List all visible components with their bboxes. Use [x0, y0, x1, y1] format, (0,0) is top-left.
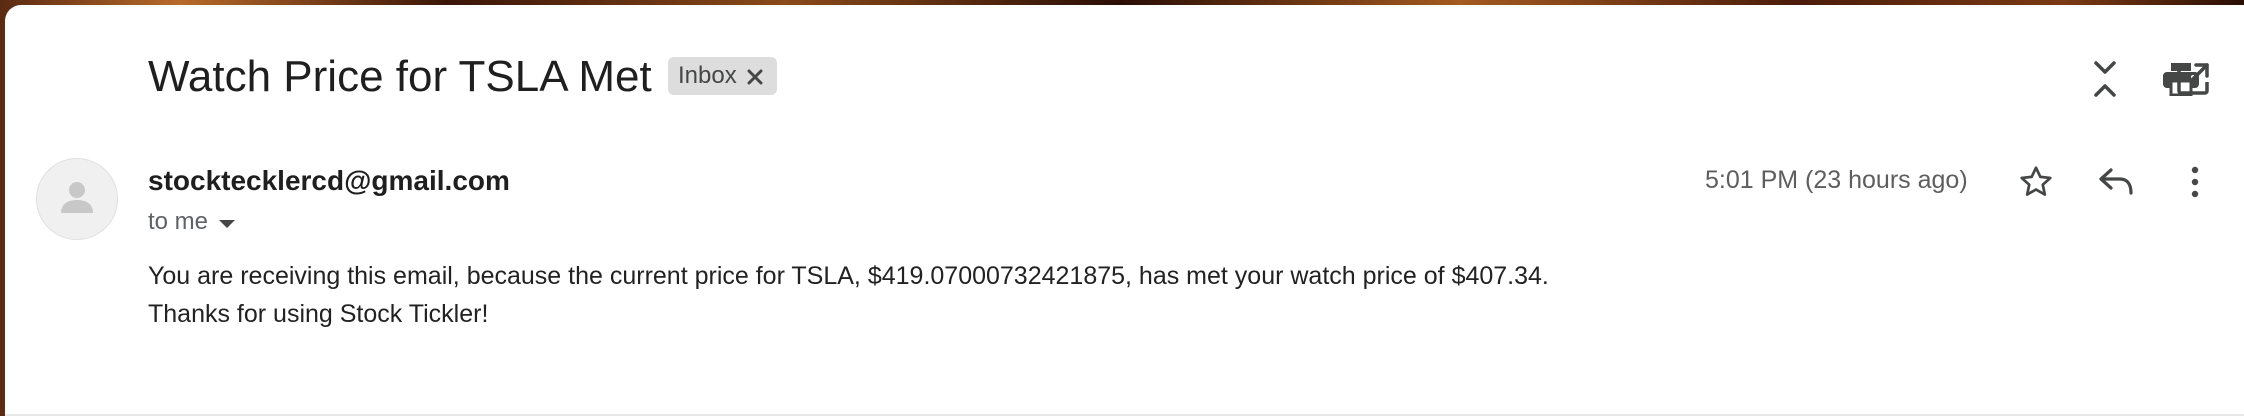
sender-address[interactable]: stocktecklercd@gmail.com: [148, 165, 510, 197]
recipient-details-toggle[interactable]: to me: [148, 208, 236, 236]
recipient-text: to me: [148, 208, 209, 235]
person-icon: [55, 175, 99, 224]
close-icon[interactable]: [747, 63, 763, 89]
email-subject: Watch Price for TSLA Met: [148, 52, 652, 101]
label-chip-text: Inbox: [678, 62, 737, 89]
avatar: [36, 158, 118, 240]
body-line-2: Thanks for using Stock Tickler!: [148, 300, 489, 328]
reply-icon[interactable]: [2092, 158, 2140, 206]
body-line-1: You are receiving this email, because th…: [148, 262, 1549, 290]
subject-header: Watch Price for TSLA Met Inbox: [5, 5, 2244, 145]
arrow-drop-down-icon[interactable]: [218, 208, 236, 236]
star-icon[interactable]: [2012, 158, 2060, 206]
more-vert-icon[interactable]: [2171, 158, 2219, 206]
email-timestamp: 5:01 PM (23 hours ago): [1705, 166, 1968, 194]
open-in-new-icon[interactable]: [2169, 55, 2217, 103]
unfold-less-icon[interactable]: [2081, 55, 2129, 103]
email-body: You are receiving this email, because th…: [148, 257, 1549, 333]
label-chip-inbox[interactable]: Inbox: [668, 57, 777, 95]
email-view: Watch Price for TSLA Met Inbox stockteck…: [5, 5, 2244, 416]
